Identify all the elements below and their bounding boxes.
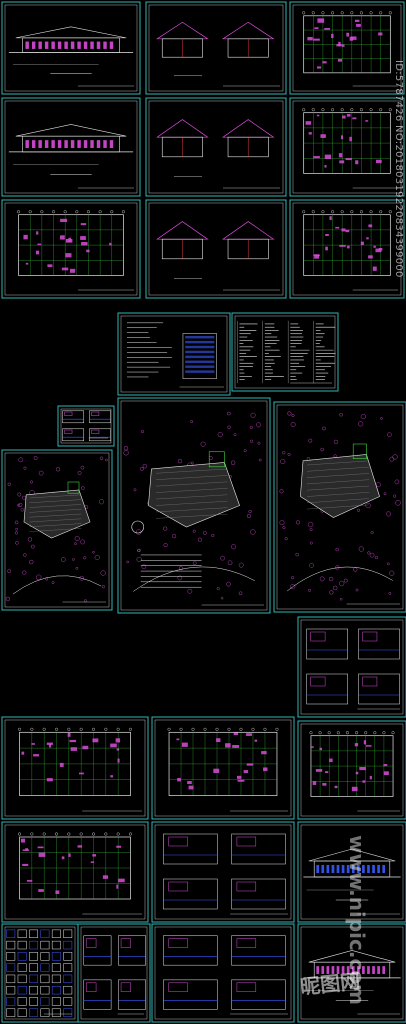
sheet-plan-1 [289,1,405,95]
sheet-floor-plan-d [1,821,149,923]
sheet-elevation-1 [1,1,141,95]
sheet-master-plan [117,397,271,614]
sheet-detail-small [57,405,115,447]
sheet-details-b [151,821,295,923]
sheet-details-d [151,923,295,1023]
sheet-roof-plan [1,199,141,299]
sheet-furniture [1,923,79,1023]
drawing-collage [1,1,406,1023]
sheet-sections-1 [145,97,287,197]
sheet-plan-3 [289,199,405,299]
sheet-notes-2 [231,312,339,392]
sheet-elevation-color [297,821,406,923]
sheet-elevation-pair-1 [145,1,287,95]
sheet-site-plan-1 [1,449,113,611]
sheet-site-plan-2 [273,401,406,613]
sheet-floor-plan-c [297,720,406,820]
sheet-sections-2 [145,199,287,299]
sheet-details-c [77,923,151,1023]
sheet-floor-plan-a [1,716,149,820]
sheet-notes-1 [117,312,231,396]
sheet-details-a [297,616,406,718]
sheet-floor-plan-b [151,716,295,820]
sheet-elevation-3 [297,923,406,1023]
sheet-plan-2 [289,97,405,197]
sheet-elevation-2 [1,97,141,197]
